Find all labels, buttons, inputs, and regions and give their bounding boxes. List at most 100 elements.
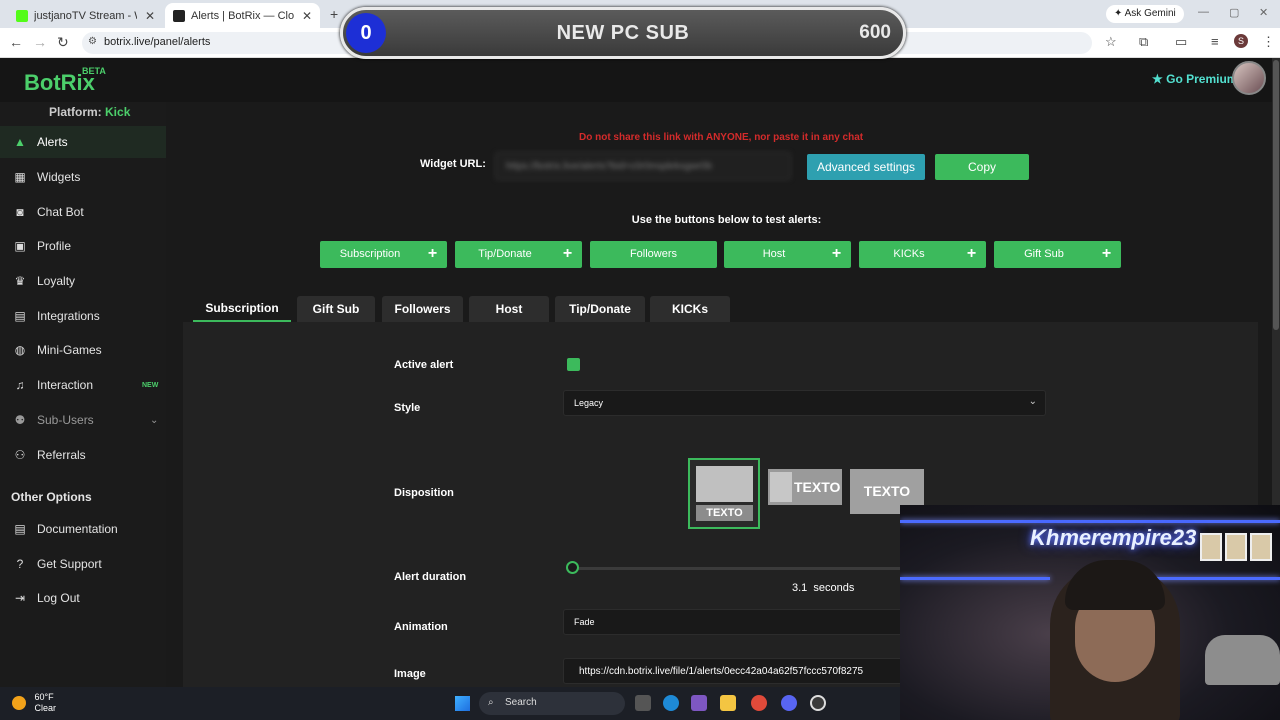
app-header: BotRix BETA ★ Go Premium [0, 58, 1280, 102]
plus-icon: + [966, 245, 977, 262]
new-tab-icon[interactable]: + [330, 6, 338, 22]
chrome-icon[interactable] [751, 695, 767, 711]
animation-select[interactable]: Fade [563, 609, 903, 635]
tab-kicks[interactable]: KICKs [650, 296, 730, 322]
sidebar-item-label: Chat Bot [37, 205, 84, 219]
sidebar-item-label: Widgets [37, 170, 81, 184]
sub-goal-target: 600 [859, 22, 891, 43]
edge-icon[interactable] [663, 695, 679, 711]
sidebar-item-interaction[interactable]: ♫ Interaction NEW [0, 369, 166, 401]
close-window-icon[interactable]: ✕ [1259, 6, 1268, 19]
sidebar-item-get-support[interactable]: ? Get Support [0, 548, 166, 580]
platform-label: Platform: [49, 105, 102, 119]
webcam-feed: Khmerempire23 [900, 505, 1280, 720]
tab-host[interactable]: Host [469, 296, 549, 322]
sidebar-item-widgets[interactable]: ▦ Widgets [0, 161, 166, 193]
image-url-field[interactable]: https://cdn.botrix.live/file/1/alerts/0e… [563, 658, 903, 684]
browser-tab-kick[interactable]: justjanoTV Stream - Watch Live ✕ [8, 3, 163, 28]
sidebar-item-mini-games[interactable]: ◍ Mini-Games [0, 334, 166, 366]
forward-icon[interactable]: → [33, 34, 47, 50]
image-label: Image [394, 668, 426, 680]
platform-value: Kick [105, 105, 131, 119]
bookmark-star-icon[interactable]: ☆ [1105, 34, 1117, 50]
browser-tab-botrix[interactable]: Alerts | BotRix — Cloud Stream ✕ [165, 3, 320, 28]
discord-icon[interactable] [781, 695, 797, 711]
cast-icon[interactable]: ▭ [1175, 34, 1187, 50]
new-badge: NEW [142, 381, 159, 389]
test-subscription-button[interactable]: Subscription + [320, 241, 447, 268]
test-button-label: Host [762, 248, 786, 260]
disposition-text-label: TEXTO [696, 505, 753, 521]
document-icon: ▤ [14, 522, 26, 536]
users-icon: ⚉ [14, 413, 26, 427]
active-alert-checkbox[interactable] [567, 358, 580, 371]
plus-icon: + [1101, 245, 1112, 262]
tab-gift-sub[interactable]: Gift Sub [297, 296, 375, 322]
sun-icon [12, 696, 26, 710]
reload-icon[interactable]: ↻ [57, 34, 69, 51]
test-tip-donate-button[interactable]: Tip/Donate + [455, 241, 582, 268]
ask-gemini-label: Ask Gemini [1124, 8, 1176, 19]
user-avatar[interactable] [1232, 61, 1266, 95]
test-host-button[interactable]: Host + [724, 241, 851, 268]
style-select[interactable]: Legacy ⌄ [563, 390, 1046, 416]
disposition-text-label: TEXTO [863, 483, 911, 499]
tab-subscription[interactable]: Subscription [193, 296, 291, 322]
sidebar-item-label: Sub-Users [37, 413, 94, 427]
close-tab-icon[interactable]: ✕ [145, 9, 155, 23]
store-app-icon[interactable] [691, 695, 707, 711]
advanced-settings-button[interactable]: Advanced settings [807, 154, 925, 180]
sidebar-item-documentation[interactable]: ▤ Documentation [0, 513, 166, 545]
obs-icon[interactable] [810, 695, 826, 711]
test-button-label: KICKs [893, 248, 925, 260]
test-kicks-button[interactable]: KICKs + [859, 241, 986, 268]
sidebar-item-referrals[interactable]: ⚇ Referrals [0, 439, 166, 471]
test-followers-button[interactable]: Followers [590, 241, 717, 268]
sidebar-item-integrations[interactable]: ▤ Integrations [0, 300, 166, 332]
sidebar-item-alerts[interactable]: ▲ Alerts [0, 126, 166, 158]
windows-start-icon[interactable] [455, 696, 470, 711]
tab-title: Alerts | BotRix — Cloud Stream [191, 9, 294, 22]
weather-widget[interactable]: 60°F Clear [12, 692, 56, 714]
profile-avatar-icon[interactable]: S [1234, 34, 1248, 48]
style-label: Style [394, 402, 421, 414]
robot-icon: ◙ [16, 205, 24, 219]
wall-photo [1200, 533, 1222, 561]
menu-kebab-icon[interactable]: ⋮ [1262, 34, 1275, 50]
copy-button[interactable]: Copy [935, 154, 1029, 180]
duration-slider-handle[interactable] [566, 561, 579, 574]
tab-tip-donate[interactable]: Tip/Donate [555, 296, 645, 322]
sidebar-item-chat-bot[interactable]: ◙ Chat Bot [0, 196, 166, 228]
windows-taskbar: 60°F Clear ⌕ Search [0, 687, 900, 720]
taskbar-search-label: Search [505, 697, 537, 708]
task-view-icon[interactable] [635, 695, 651, 711]
page-scrollbar[interactable] [1272, 58, 1280, 508]
taskbar-search[interactable]: ⌕ Search [479, 692, 625, 715]
chevron-down-icon[interactable]: ⌄ [150, 415, 158, 426]
sidebar-item-sub-users[interactable]: ⚉ Sub-Users ⌄ [0, 404, 166, 436]
sidebar-item-label: Loyalty [37, 274, 76, 288]
reading-list-icon[interactable]: ≡ [1211, 34, 1219, 49]
minimize-icon[interactable]: — [1198, 6, 1209, 18]
widget-url-field[interactable]: https://botrix.live/alerts?bid=c0r0mqdek… [495, 152, 791, 180]
test-gift-sub-button[interactable]: Gift Sub + [994, 241, 1121, 268]
go-premium-link[interactable]: ★ Go Premium [1152, 72, 1237, 86]
extensions-icon[interactable]: ⧉ [1139, 34, 1148, 50]
back-icon[interactable]: ← [9, 34, 23, 50]
botrix-favicon-icon [173, 9, 185, 22]
sidebar-item-profile[interactable]: ▣ Profile [0, 230, 166, 262]
disposition-text-label: TEXTO [794, 479, 841, 495]
duration-slider-track[interactable] [572, 567, 902, 570]
ask-gemini-button[interactable]: ✦ Ask Gemini [1106, 5, 1184, 23]
scrollbar-thumb[interactable] [1273, 60, 1279, 330]
maximize-icon[interactable]: ▢ [1229, 6, 1239, 19]
disposition-option-image-top[interactable]: TEXTO [688, 458, 760, 529]
tab-followers[interactable]: Followers [382, 296, 463, 322]
file-explorer-icon[interactable] [720, 695, 736, 711]
sidebar-item-log-out[interactable]: ⇥ Log Out [0, 582, 166, 614]
close-tab-icon[interactable]: ✕ [302, 9, 312, 23]
sidebar-item-loyalty[interactable]: ♛ Loyalty [0, 265, 166, 297]
site-info-icon[interactable]: ⚙ [88, 36, 97, 47]
disposition-option-image-left[interactable]: TEXTO [768, 469, 842, 505]
plug-icon: ▤ [14, 309, 26, 323]
